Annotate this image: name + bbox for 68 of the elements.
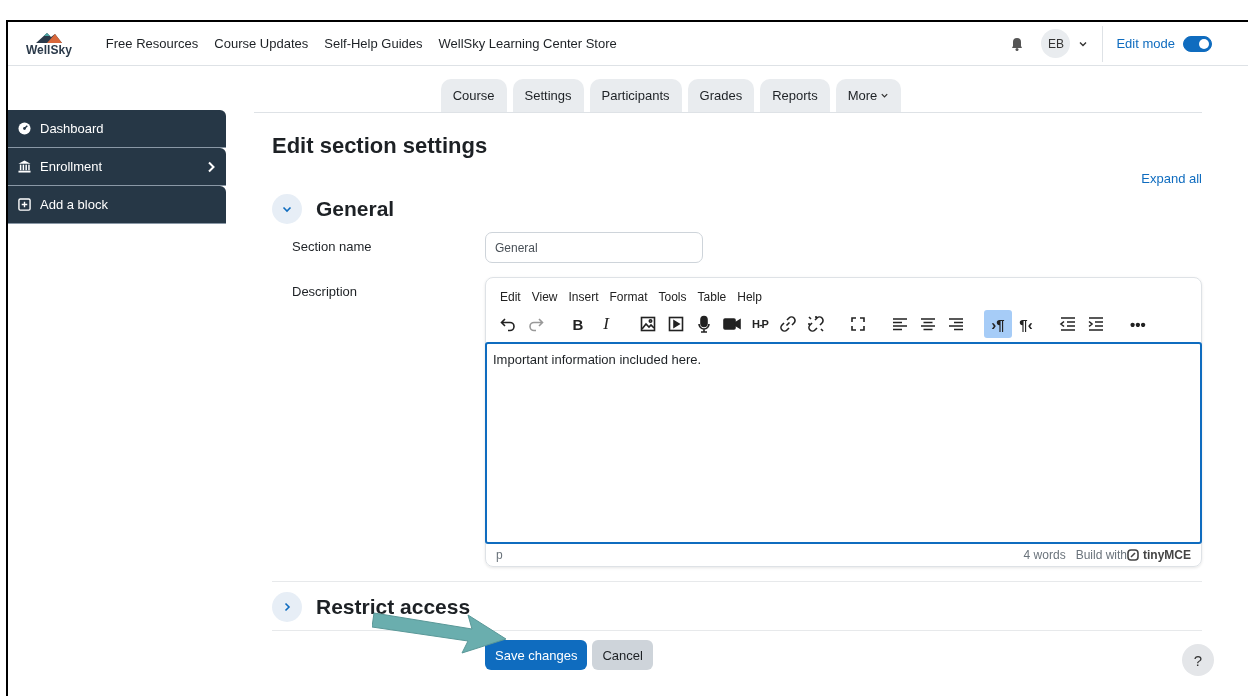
edit-mode-toggle[interactable] xyxy=(1183,35,1212,52)
outdent-icon xyxy=(1059,315,1077,333)
nav-link[interactable]: Self-Help Guides xyxy=(324,36,423,51)
course-tab[interactable]: Participants xyxy=(589,79,682,112)
nav-link[interactable]: Course Updates xyxy=(214,36,309,51)
editor-menu-item[interactable]: Help xyxy=(733,286,766,308)
align-left-icon xyxy=(891,315,909,333)
media-icon xyxy=(667,315,685,333)
editor-text-area[interactable]: Important information included here. xyxy=(485,342,1202,544)
save-button[interactable]: Save changes xyxy=(485,640,588,670)
logo[interactable]: WellSky xyxy=(22,28,76,59)
fullscreen-icon xyxy=(849,315,867,333)
section-toggle[interactable] xyxy=(272,194,302,224)
sidebar-item[interactable]: Dashboard xyxy=(8,110,226,148)
nav-link[interactable]: WellSky Learning Center Store xyxy=(438,36,617,51)
editor-menu-item[interactable]: Table xyxy=(693,286,731,308)
course-tab[interactable]: Grades xyxy=(687,79,755,112)
cancel-button[interactable]: Cancel xyxy=(592,640,653,670)
rtl-button[interactable]: ¶‹ xyxy=(1012,310,1040,338)
plus-box-icon xyxy=(18,198,31,211)
help-button[interactable]: ? xyxy=(1182,644,1214,676)
course-tab[interactable]: Reports xyxy=(760,79,830,112)
section-heading: General xyxy=(316,197,395,221)
section-toggle[interactable] xyxy=(272,592,302,622)
course-tab[interactable]: Course xyxy=(440,79,507,112)
course-tab[interactable]: Settings xyxy=(512,79,584,112)
unlink-icon xyxy=(807,315,825,333)
bell-icon[interactable] xyxy=(1011,36,1024,51)
section-name-field[interactable]: General xyxy=(485,232,703,263)
chevron-down-icon xyxy=(880,91,890,100)
user-avatar[interactable]: EB xyxy=(1041,29,1071,58)
word-count: 4 words xyxy=(1023,548,1066,562)
indent-icon xyxy=(1087,315,1105,333)
h5p-button[interactable]: H-P xyxy=(746,310,774,338)
editor-menu-item[interactable]: View xyxy=(527,286,562,308)
editor-menu-item[interactable]: Format xyxy=(605,286,652,308)
editor-menu-item[interactable]: Edit xyxy=(496,286,525,308)
branding-prefix: Build with xyxy=(1075,548,1127,562)
field-label: Description xyxy=(291,283,359,301)
edit-mode-label: Edit mode xyxy=(1116,36,1175,51)
image-icon xyxy=(639,315,657,333)
align-center-icon xyxy=(919,315,937,333)
italic-button[interactable]: I xyxy=(592,310,620,338)
field-label: Section name xyxy=(291,238,373,256)
chevron-right-icon xyxy=(206,160,216,173)
page-title: Edit section settings xyxy=(272,133,489,159)
nav-link[interactable]: Free Resources xyxy=(105,36,199,51)
course-tab[interactable]: More xyxy=(835,79,902,112)
editor-menu-item[interactable]: Insert xyxy=(564,286,603,308)
logo-icon xyxy=(1127,549,1139,561)
branding-name[interactable]: tinyMCE xyxy=(1143,548,1191,562)
sidebar-item[interactable]: Enrollment xyxy=(8,148,226,186)
editor-menu-item[interactable]: Tools xyxy=(654,286,691,308)
ltr-button[interactable]: ›¶ xyxy=(984,310,1012,338)
element-path: p xyxy=(496,548,503,562)
link-icon xyxy=(779,315,797,333)
redo-icon xyxy=(527,315,545,333)
expand-all-link[interactable]: Expand all xyxy=(1141,171,1202,186)
bold-button[interactable]: B xyxy=(564,310,592,338)
undo-icon xyxy=(499,315,517,333)
align-right-icon xyxy=(947,315,965,333)
sidebar-item[interactable]: Add a block xyxy=(8,186,226,224)
gauge-icon xyxy=(18,122,31,135)
video-icon xyxy=(723,315,741,333)
section-heading: Restrict access xyxy=(316,595,471,619)
mic-icon xyxy=(695,315,713,333)
more-button[interactable]: ••• xyxy=(1124,310,1152,338)
bank-icon xyxy=(18,160,31,173)
